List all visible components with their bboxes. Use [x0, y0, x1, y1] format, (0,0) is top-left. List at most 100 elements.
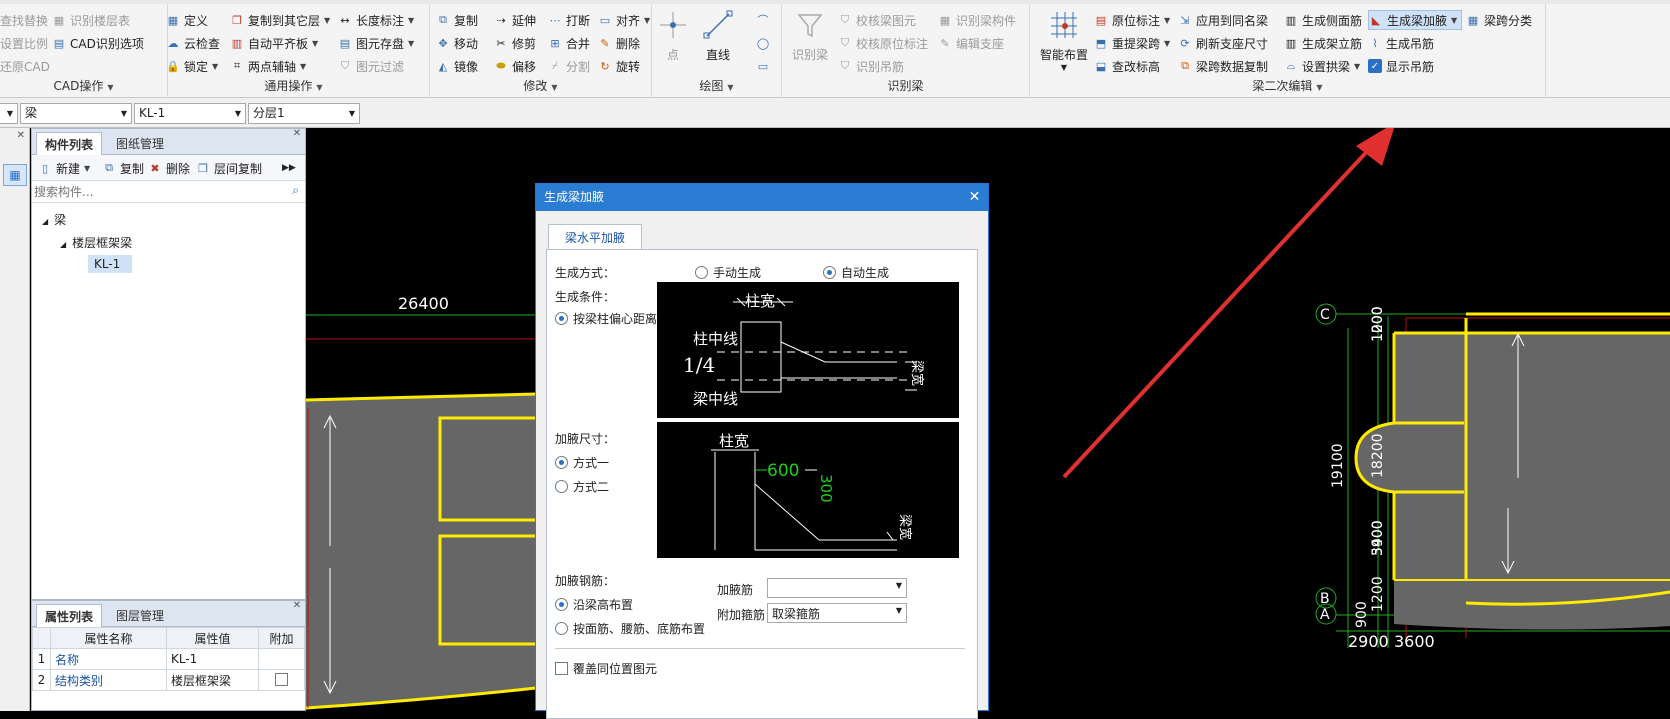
edit-elevation-button[interactable]: ⬓ 查改标高 [1094, 56, 1160, 76]
close-icon[interactable]: ✕ [17, 130, 25, 141]
new-component-button[interactable]: ▯ 新建 ▼ [38, 158, 90, 178]
more-icon[interactable]: ▶▶ [282, 158, 296, 178]
gen-beam-haunch-button[interactable]: ◣ 生成梁加腋 ▼ [1368, 10, 1463, 30]
dialog-title-bar[interactable]: 生成梁加腋 ✕ [536, 184, 988, 211]
edit-support-button[interactable]: ✎ 编辑支座 [938, 33, 1004, 53]
collapse-icon[interactable]: ◢ [60, 240, 66, 249]
group-title-draw[interactable]: 绘图 ▼ [652, 77, 781, 94]
show-hanger-toggle[interactable]: ✓ 显示吊筋 [1368, 56, 1434, 76]
ribbon-group-draw: 点 直线 ⌒ ◯ ▭ 绘图 ▼ [652, 4, 782, 98]
smart-layout-button[interactable]: 智能布置 ▼ [1038, 8, 1090, 72]
haunch-rebar-select[interactable]: ▼ [767, 578, 907, 598]
find-replace-button[interactable]: 查找替换 [0, 10, 48, 30]
two-point-axis-button[interactable]: ⌗ 两点辅轴 ▼ [230, 56, 306, 76]
apply-same-beam-button[interactable]: ⇲ 应用到同名梁 [1178, 10, 1268, 30]
cloud-check-button[interactable]: ☁ 云检查 [166, 33, 221, 53]
break-button[interactable]: ⋯ 打断 [548, 10, 591, 30]
gen-erection-rebar-button[interactable]: ▥ 生成架立筋 [1284, 33, 1362, 53]
arc-button[interactable]: ⌒ [756, 10, 774, 30]
delete-component-button[interactable]: ✖ 删除 [148, 158, 190, 178]
define-button[interactable]: ▦ 定义 [166, 10, 208, 30]
delete-button[interactable]: ✎ 删除 [598, 33, 640, 53]
collapse-icon[interactable]: ◢ [42, 217, 48, 226]
tab-horizontal-haunch[interactable]: 梁水平加腋 [548, 224, 643, 250]
point-button[interactable]: 点 [658, 8, 688, 63]
identify-floor-table-button[interactable]: ▦ 识别楼层表 [52, 10, 130, 30]
copy-component-button[interactable]: ⧉ 复制 [102, 158, 144, 178]
circle-button[interactable]: ◯ [756, 33, 774, 53]
copy-span-data-button[interactable]: ⧉ 梁跨数据复制 [1178, 56, 1268, 76]
rebar-by-type-radio[interactable]: 按面筋、腰筋、底筋布置 [555, 620, 705, 637]
size-method2-radio[interactable]: 方式二 [555, 478, 609, 495]
gen-side-rebar-button[interactable]: ▥ 生成侧面筋 [1284, 10, 1362, 30]
move-button[interactable]: ✥ 移动 [436, 33, 478, 53]
element-filter-button[interactable]: ⛉ 图元过滤 [338, 56, 404, 76]
search-input[interactable] [34, 183, 274, 200]
group-title-general[interactable]: 通用操作 ▼ [158, 77, 429, 94]
restore-cad-button[interactable]: 还原CAD [0, 56, 50, 76]
merge-button[interactable]: ⊞ 合并 [548, 33, 590, 53]
tree-node-frame-beam[interactable]: ◢ 楼层框架梁 [60, 234, 132, 251]
tab-drawing-management[interactable]: 图纸管理 [108, 132, 172, 155]
split-button[interactable]: ⌿ 分割 [548, 56, 590, 76]
trim-button[interactable]: ✂ 修剪 [494, 33, 536, 53]
tab-property-list[interactable]: 属性列表 [36, 604, 103, 627]
in-situ-annotation-button[interactable]: ▤ 原位标注 ▼ [1094, 10, 1170, 30]
property-value[interactable]: 楼层框架梁 [166, 669, 259, 691]
refresh-support-size-button[interactable]: ⟳ 刷新支座尺寸 [1178, 33, 1268, 53]
table-row[interactable]: 1 名称 KL-1 [32, 648, 305, 670]
offset-button[interactable]: ⬬ 偏移 [494, 56, 536, 76]
overwrite-checkbox[interactable]: 覆盖同位置图元 [555, 660, 657, 677]
copy-button[interactable]: ⧉ 复制 [436, 10, 478, 30]
element-save-button[interactable]: ▤ 图元存盘 ▼ [338, 33, 414, 53]
mirror-button[interactable]: ◭ 镜像 [436, 56, 478, 76]
table-row[interactable]: 2 结构类别 楼层框架梁 [32, 669, 305, 691]
auto-level-slab-button[interactable]: ▥ 自动平齐板 ▼ [230, 33, 318, 53]
condition-radio[interactable]: 按梁柱偏心距离 [555, 310, 657, 327]
group-title-beam-edit[interactable]: 梁二次编辑 ▼ [1030, 77, 1545, 94]
tree-node-kl1[interactable]: KL-1 [88, 255, 132, 273]
gen-hanger-button[interactable]: ⌇ 生成吊筋 [1368, 33, 1434, 53]
align-button[interactable]: ▭ 对齐 ▼ [598, 10, 650, 30]
re-extract-span-button[interactable]: ⬒ 重提梁跨 ▼ [1094, 33, 1170, 53]
recognize-hanger-button[interactable]: ⛉ 识别吊筋 [838, 56, 904, 76]
line-button[interactable]: 直线 [698, 8, 738, 63]
rebar-along-height-radio[interactable]: 沿梁高布置 [555, 596, 633, 613]
size-method1-radio[interactable]: 方式一 [555, 454, 609, 471]
tree-node-beam[interactable]: ◢ 梁 [42, 211, 66, 228]
property-value[interactable]: KL-1 [166, 648, 259, 670]
element-type-select[interactable]: ▼ [0, 103, 18, 124]
length-dimension-button[interactable]: ↔ 长度标注 ▼ [338, 10, 414, 30]
close-icon[interactable]: ✕ [293, 600, 301, 611]
close-icon[interactable]: ✕ [961, 184, 988, 211]
stirrup-select[interactable]: 取梁箍筋 ▼ [767, 603, 907, 623]
recognize-beam-component-button[interactable]: ▦ 识别梁构件 [938, 10, 1016, 30]
beam-span-classify-button[interactable]: ▦ 梁跨分类 [1466, 10, 1532, 30]
component-type-select[interactable]: 梁 ▼ [20, 103, 132, 124]
group-title-modify[interactable]: 修改 ▼ [430, 77, 651, 94]
tab-component-list[interactable]: 构件列表 [36, 132, 103, 155]
set-scale-button[interactable]: 设置比例 [0, 33, 48, 53]
rotate-button[interactable]: ↻ 旋转 [598, 56, 640, 76]
group-title-cad[interactable]: CAD操作 ▼ [0, 77, 167, 94]
extend-button[interactable]: ⇢ 延伸 [494, 10, 536, 30]
cad-options-button[interactable]: ▤ CAD识别选项 [52, 33, 144, 53]
radio-icon [555, 622, 568, 635]
set-arch-beam-button[interactable]: ⌓ 设置拱梁 ▼ [1284, 56, 1361, 76]
extra-checkbox[interactable] [275, 673, 288, 686]
close-icon[interactable]: ✕ [293, 128, 301, 139]
rectangle-button[interactable]: ▭ [756, 56, 774, 76]
search-icon[interactable]: ⌕ [292, 183, 299, 198]
check-beam-button[interactable]: ⛉ 校核梁图元 [838, 10, 916, 30]
sublayer-select[interactable]: 分层1 ▼ [248, 103, 360, 124]
navigator-icon[interactable]: ▦ [3, 164, 27, 186]
check-annotation-button[interactable]: ⛉ 校核原位标注 [838, 33, 928, 53]
tab-layer-management[interactable]: 图层管理 [108, 604, 172, 627]
copy-to-layer-button[interactable]: ❐ 复制到其它层 ▼ [230, 10, 330, 30]
manual-radio[interactable]: 手动生成 [695, 264, 761, 281]
copy-between-layers-button[interactable]: ❐ 层间复制 [196, 158, 262, 178]
lock-button[interactable]: 🔒 锁定 ▼ [166, 56, 218, 76]
auto-radio[interactable]: 自动生成 [823, 264, 889, 281]
component-name-select[interactable]: KL-1 ▼ [134, 103, 246, 124]
recognize-beam-button[interactable]: 识别梁 [790, 8, 830, 63]
